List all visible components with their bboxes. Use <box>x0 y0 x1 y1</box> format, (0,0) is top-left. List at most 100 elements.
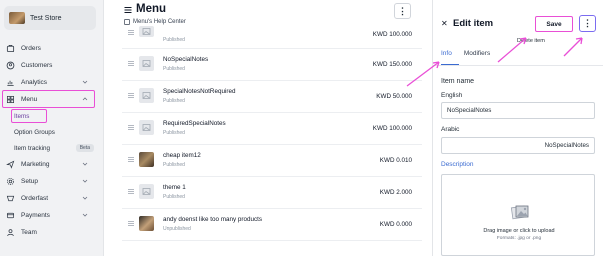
drag-handle-icon[interactable] <box>128 93 134 98</box>
product-price: KWD 100.000 <box>372 125 412 132</box>
product-name: SpecialNotesNotRequired <box>163 88 236 95</box>
panel-title: Edit item <box>453 18 494 29</box>
product-status: Published <box>163 130 185 136</box>
main-content: Menu Menu's Help Center ⋮ Published KWD … <box>104 0 432 256</box>
table-row[interactable]: theme 1 Published KWD 2.000 <box>122 177 422 209</box>
image-upload-icon <box>510 205 529 220</box>
tab-info[interactable]: Info <box>441 50 452 64</box>
product-price: KWD 50.000 <box>376 93 412 100</box>
store-name: Test Store <box>30 14 62 22</box>
upload-formats: Formats: .jpg or .png <box>496 236 542 241</box>
product-price: KWD 100.000 <box>372 31 412 38</box>
product-name: RequiredSpecialNotes <box>163 120 226 127</box>
help-center-label: Menu's Help Center <box>133 19 186 25</box>
menu-highlight-box <box>2 90 95 108</box>
drag-handle-icon[interactable] <box>128 221 134 226</box>
placeholder-image-icon <box>139 120 154 135</box>
sidebar-nav: Orders Customers Analytics Menu Items Op… <box>0 40 104 241</box>
product-list: Published KWD 100.000 NoSpecialNotes Pub… <box>122 26 422 241</box>
product-status: Published <box>163 98 185 104</box>
drag-handle-icon[interactable] <box>128 30 134 35</box>
page-title: Menu <box>136 3 167 15</box>
gear-icon <box>6 177 15 186</box>
store-logo <box>9 12 25 24</box>
hamburger-icon[interactable] <box>124 6 132 14</box>
product-image <box>139 152 154 167</box>
image-upload-area[interactable]: Drag image or click to upload Formats: .… <box>441 174 595 256</box>
product-name: andy doenst like too many products <box>163 216 263 223</box>
placeholder-image-icon <box>139 184 154 199</box>
sidebar-item-team[interactable]: Team <box>0 224 104 241</box>
sidebar-item-label: Team <box>21 229 37 236</box>
sidebar-item-orders[interactable]: Orders <box>0 40 104 57</box>
sidebar-item-orderfast[interactable]: Orderfast <box>0 190 104 207</box>
marketing-icon <box>6 160 15 169</box>
sidebar-item-marketing[interactable]: Marketing <box>0 156 104 173</box>
items-highlight-box <box>11 109 47 123</box>
placeholder-image-icon <box>139 26 154 37</box>
analytics-icon <box>7 80 14 87</box>
sidebar-subitem-item-tracking[interactable]: Item tracking Beta <box>0 140 104 156</box>
drag-handle-icon[interactable] <box>128 157 134 162</box>
chevron-down-icon <box>82 196 88 200</box>
arabic-name-field[interactable]: NoSpecialNotes <box>441 137 595 154</box>
sidebar-item-label: Analytics <box>21 79 48 86</box>
sidebar-item-label: Orders <box>21 45 41 52</box>
sidebar-item-customers[interactable]: Customers <box>0 57 104 74</box>
orderfast-icon <box>6 195 15 202</box>
table-row[interactable]: cheap item12 Published KWD 0.010 <box>122 145 422 177</box>
product-status: Published <box>163 37 185 43</box>
help-center-link[interactable]: Menu's Help Center <box>124 19 186 25</box>
sidebar-subitem-label: Item tracking <box>14 144 51 152</box>
delete-item-tooltip: Delete item <box>517 38 545 44</box>
drag-handle-icon[interactable] <box>128 61 134 66</box>
drag-handle-icon[interactable] <box>128 125 134 130</box>
menu-more-button[interactable]: ⋮ <box>394 3 411 19</box>
sidebar-item-label: Payments <box>21 212 50 219</box>
table-row[interactable]: RequiredSpecialNotes Published KWD 100.0… <box>122 113 422 145</box>
close-icon[interactable]: ✕ <box>441 19 448 28</box>
product-price: KWD 2.000 <box>379 189 412 196</box>
tabs-divider <box>433 65 603 66</box>
beta-badge: Beta <box>75 144 94 152</box>
table-row[interactable]: Published KWD 100.000 <box>122 26 422 49</box>
product-price: KWD 0.010 <box>379 157 412 164</box>
table-row[interactable]: andy doenst like too many products Unpub… <box>122 209 422 241</box>
sidebar-item-payments[interactable]: Payments <box>0 207 104 224</box>
english-label: English <box>441 92 463 99</box>
sidebar-item-label: Orderfast <box>21 195 49 202</box>
sidebar-item-setup[interactable]: Setup <box>0 173 104 190</box>
customers-icon <box>6 61 15 70</box>
payments-icon <box>6 212 15 219</box>
description-link[interactable]: Description <box>441 161 474 168</box>
arabic-label: Arabic <box>441 126 460 133</box>
product-status: Published <box>163 66 185 72</box>
save-button[interactable]: Save <box>535 16 573 32</box>
placeholder-image-icon <box>139 88 154 103</box>
edit-item-panel: ✕ Edit item Save ⋮ Delete item Info Modi… <box>432 0 603 256</box>
chevron-down-icon <box>82 162 88 166</box>
team-icon <box>7 229 14 237</box>
english-name-field[interactable]: NoSpecialNotes <box>441 102 595 119</box>
drag-handle-icon[interactable] <box>128 189 134 194</box>
more-options-button[interactable]: ⋮ <box>579 15 596 32</box>
chevron-down-icon <box>82 179 88 183</box>
panel-tabs: Info Modifiers <box>441 50 599 64</box>
tab-modifiers[interactable]: Modifiers <box>464 50 490 64</box>
chevron-down-icon <box>82 213 88 217</box>
product-name: NoSpecialNotes <box>163 56 209 63</box>
product-name: cheap item12 <box>163 152 201 159</box>
product-status: Published <box>163 194 185 200</box>
sidebar-item-label: Marketing <box>21 161 50 168</box>
orders-icon <box>6 44 15 53</box>
table-row[interactable]: SpecialNotesNotRequired Published KWD 50… <box>122 81 422 113</box>
chevron-down-icon <box>82 80 88 84</box>
sidebar-item-label: Setup <box>21 178 38 185</box>
sidebar-subitem-option-groups[interactable]: Option Groups <box>0 124 104 140</box>
placeholder-image-icon <box>139 56 154 71</box>
store-switcher[interactable]: Test Store <box>4 6 96 30</box>
sidebar-item-analytics[interactable]: Analytics <box>0 74 104 91</box>
table-row[interactable]: NoSpecialNotes Published KWD 150.000 <box>122 49 422 81</box>
sidebar-item-label: Customers <box>21 62 53 69</box>
product-price: KWD 150.000 <box>372 61 412 68</box>
